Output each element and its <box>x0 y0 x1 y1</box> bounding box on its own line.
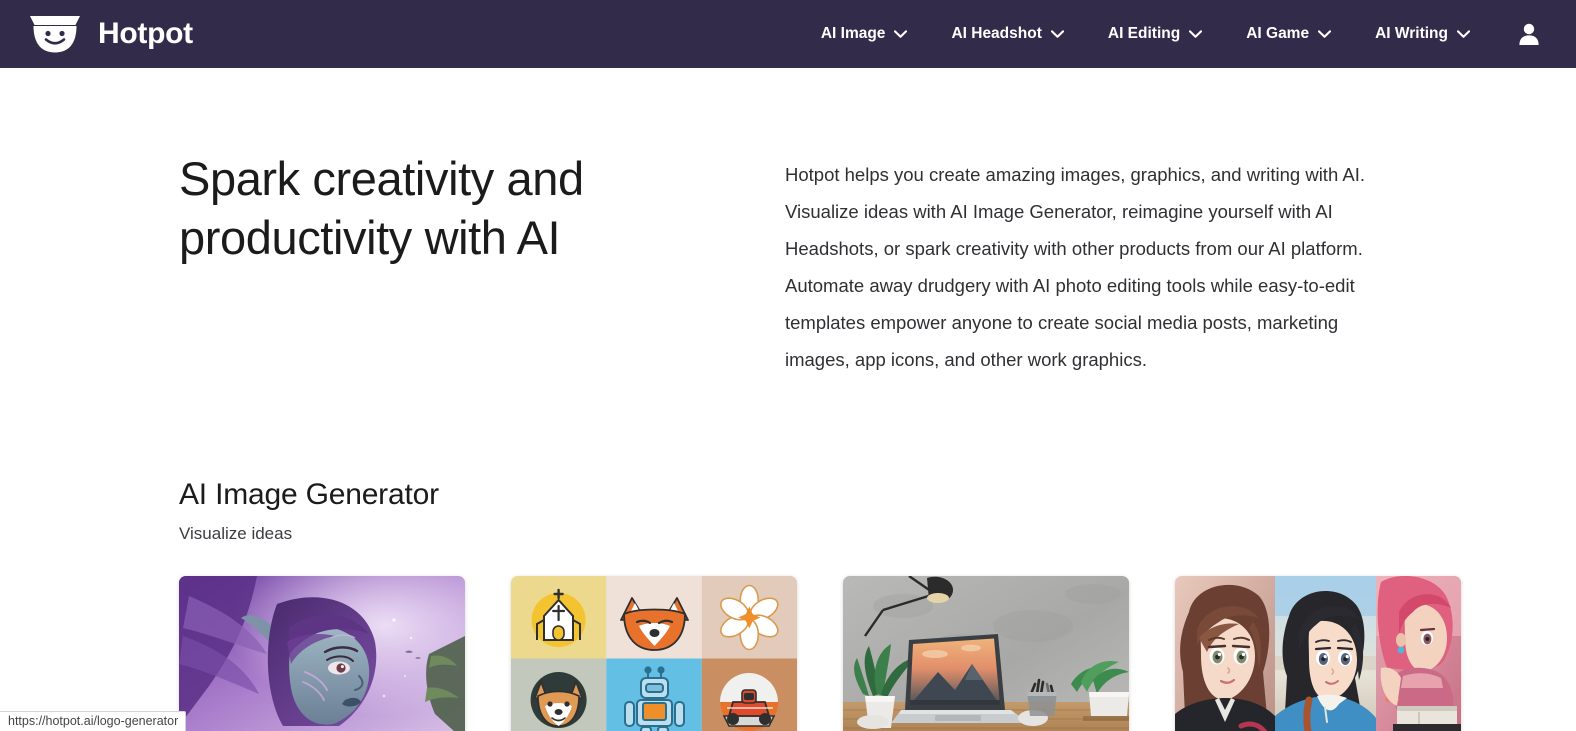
nav-item-ai-writing[interactable]: AI Writing <box>1353 0 1492 68</box>
hotpot-bowl-smiley-icon <box>26 13 84 55</box>
card-ai-images[interactable]: AI images <box>179 576 465 731</box>
anime-triptych-thumbnail[interactable] <box>1175 576 1461 731</box>
account-button[interactable] <box>1492 0 1554 68</box>
site-header: Hotpot AI Image AI Headshot AI Editing A… <box>0 0 1576 68</box>
chevron-down-icon <box>1318 30 1332 38</box>
section-title: AI Image Generator <box>179 478 439 511</box>
fantasy-elf-portrait-thumbnail[interactable] <box>179 576 465 731</box>
nav-item-label: AI Game <box>1246 25 1310 42</box>
nav-item-ai-image[interactable]: AI Image <box>799 0 930 68</box>
logo-grid-thumbnail[interactable] <box>511 576 797 731</box>
nav-item-ai-headshot[interactable]: AI Headshot <box>929 0 1085 68</box>
section-subtitle: Visualize ideas <box>179 524 293 543</box>
hero-copy-column: Hotpot helps you create amazing images, … <box>785 150 1397 378</box>
hero-title-column: Spark creativity and productivity with A… <box>179 150 785 378</box>
nav-item-label: AI Image <box>820 25 886 42</box>
status-bar-url: https://hotpot.ai/logo-generator <box>0 711 187 731</box>
card-ai-stock-photos[interactable]: AI stock photos <box>843 576 1129 731</box>
brand-name: Hotpot <box>98 17 193 50</box>
hero-section: Spark creativity and productivity with A… <box>179 68 1397 378</box>
product-card-grid: AI images <box>179 576 1461 731</box>
nav-item-ai-game[interactable]: AI Game <box>1224 0 1353 68</box>
ai-image-generator-section: AI Image Generator Visualize ideas <box>179 378 1461 731</box>
nav-item-ai-editing[interactable]: AI Editing <box>1086 0 1224 68</box>
nav-item-label: AI Headshot <box>951 25 1042 42</box>
nav-item-label: AI Editing <box>1107 25 1181 42</box>
card-ai-logos[interactable]: AI logos <box>511 576 797 731</box>
page-content: Spark creativity and productivity with A… <box>0 68 1576 731</box>
nav-item-label: AI Writing <box>1375 25 1448 42</box>
user-account-icon <box>1518 22 1540 46</box>
page-title: Spark creativity and productivity with A… <box>179 152 584 264</box>
hero-description: Hotpot helps you create amazing images, … <box>785 164 1365 370</box>
brand-logo-link[interactable]: Hotpot <box>26 13 193 55</box>
chevron-down-icon <box>894 30 908 38</box>
desk-laptop-photo-thumbnail[interactable] <box>843 576 1129 731</box>
chevron-down-icon <box>1050 30 1064 38</box>
chevron-down-icon <box>1457 30 1470 38</box>
content-container: Spark creativity and productivity with A… <box>179 68 1461 731</box>
main-navigation: AI Image AI Headshot AI Editing AI Game <box>799 0 1554 68</box>
card-ai-anime[interactable]: AI anime <box>1175 576 1461 731</box>
chevron-down-icon <box>1189 30 1203 38</box>
